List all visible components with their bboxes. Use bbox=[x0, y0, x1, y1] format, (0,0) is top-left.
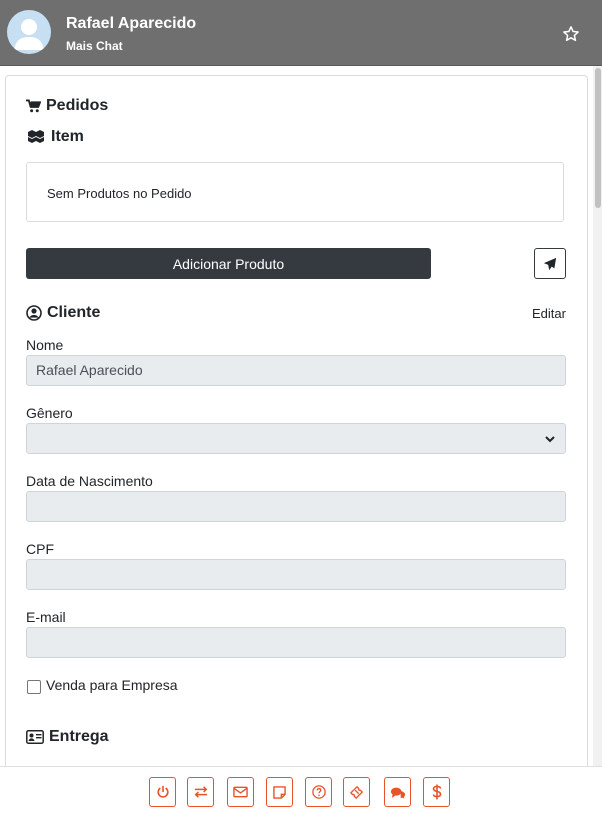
chevron-down-icon bbox=[545, 436, 555, 443]
client-title: Cliente bbox=[47, 304, 101, 321]
company-sale-checkbox[interactable] bbox=[27, 680, 41, 694]
avatar[interactable] bbox=[7, 10, 51, 54]
order-panel: Pedidos Item Sem Produtos no Pedido Adic… bbox=[5, 75, 588, 776]
section-orders: Pedidos bbox=[26, 97, 108, 115]
help-icon bbox=[311, 785, 326, 799]
label-name: Nome bbox=[26, 337, 64, 353]
id-card-icon bbox=[26, 730, 44, 744]
edit-client-link[interactable]: Editar bbox=[532, 306, 566, 321]
user-avatar-icon bbox=[14, 19, 44, 50]
chat-header: Rafael Aparecido Mais Chat bbox=[0, 0, 602, 66]
transfer-icon bbox=[194, 786, 207, 798]
action-footer bbox=[0, 766, 602, 819]
cubes-icon bbox=[28, 130, 44, 143]
label-gender: Gênero bbox=[26, 405, 73, 421]
company-sale-label: Venda para Empresa bbox=[46, 677, 178, 693]
cpf-field[interactable] bbox=[26, 559, 566, 590]
payment-button[interactable] bbox=[423, 777, 450, 807]
paper-plane-icon bbox=[543, 257, 557, 270]
label-cpf: CPF bbox=[26, 541, 54, 557]
power-button[interactable] bbox=[149, 777, 176, 807]
dollar-icon bbox=[432, 784, 441, 800]
name-field[interactable]: Rafael Aparecido bbox=[26, 355, 566, 386]
send-order-button[interactable] bbox=[534, 248, 566, 279]
chat-icon bbox=[390, 787, 405, 799]
birthdate-field[interactable] bbox=[26, 491, 566, 522]
user-circle-icon bbox=[26, 305, 42, 321]
order-items-box: Sem Produtos no Pedido bbox=[26, 162, 564, 222]
section-client: Cliente bbox=[26, 304, 100, 322]
envelope-icon bbox=[233, 786, 248, 798]
section-delivery: Entrega bbox=[26, 728, 109, 746]
note-icon bbox=[273, 785, 286, 799]
gender-select[interactable] bbox=[26, 423, 566, 454]
scrollbar-thumb[interactable] bbox=[595, 68, 601, 208]
help-button[interactable] bbox=[305, 777, 332, 807]
label-email: E-mail bbox=[26, 609, 66, 625]
cart-icon bbox=[26, 99, 41, 113]
section-item: Item bbox=[26, 128, 84, 146]
email-field[interactable] bbox=[26, 627, 566, 658]
star-icon[interactable] bbox=[562, 25, 580, 43]
ticket-icon bbox=[349, 785, 363, 799]
add-product-button[interactable]: Adicionar Produto bbox=[26, 248, 431, 279]
chat-button[interactable] bbox=[384, 777, 411, 807]
item-title: Item bbox=[51, 128, 84, 145]
power-icon bbox=[156, 785, 169, 798]
email-button[interactable] bbox=[227, 777, 254, 807]
contact-name: Rafael Aparecido bbox=[66, 15, 197, 32]
contact-subtitle: Mais Chat bbox=[66, 39, 123, 53]
label-birthdate: Data de Nascimento bbox=[26, 473, 153, 489]
note-button[interactable] bbox=[266, 777, 293, 807]
delivery-title: Entrega bbox=[49, 728, 109, 745]
transfer-button[interactable] bbox=[187, 777, 214, 807]
orders-title: Pedidos bbox=[46, 97, 109, 114]
ticket-button[interactable] bbox=[343, 777, 370, 807]
empty-order-message: Sem Produtos no Pedido bbox=[47, 186, 192, 201]
